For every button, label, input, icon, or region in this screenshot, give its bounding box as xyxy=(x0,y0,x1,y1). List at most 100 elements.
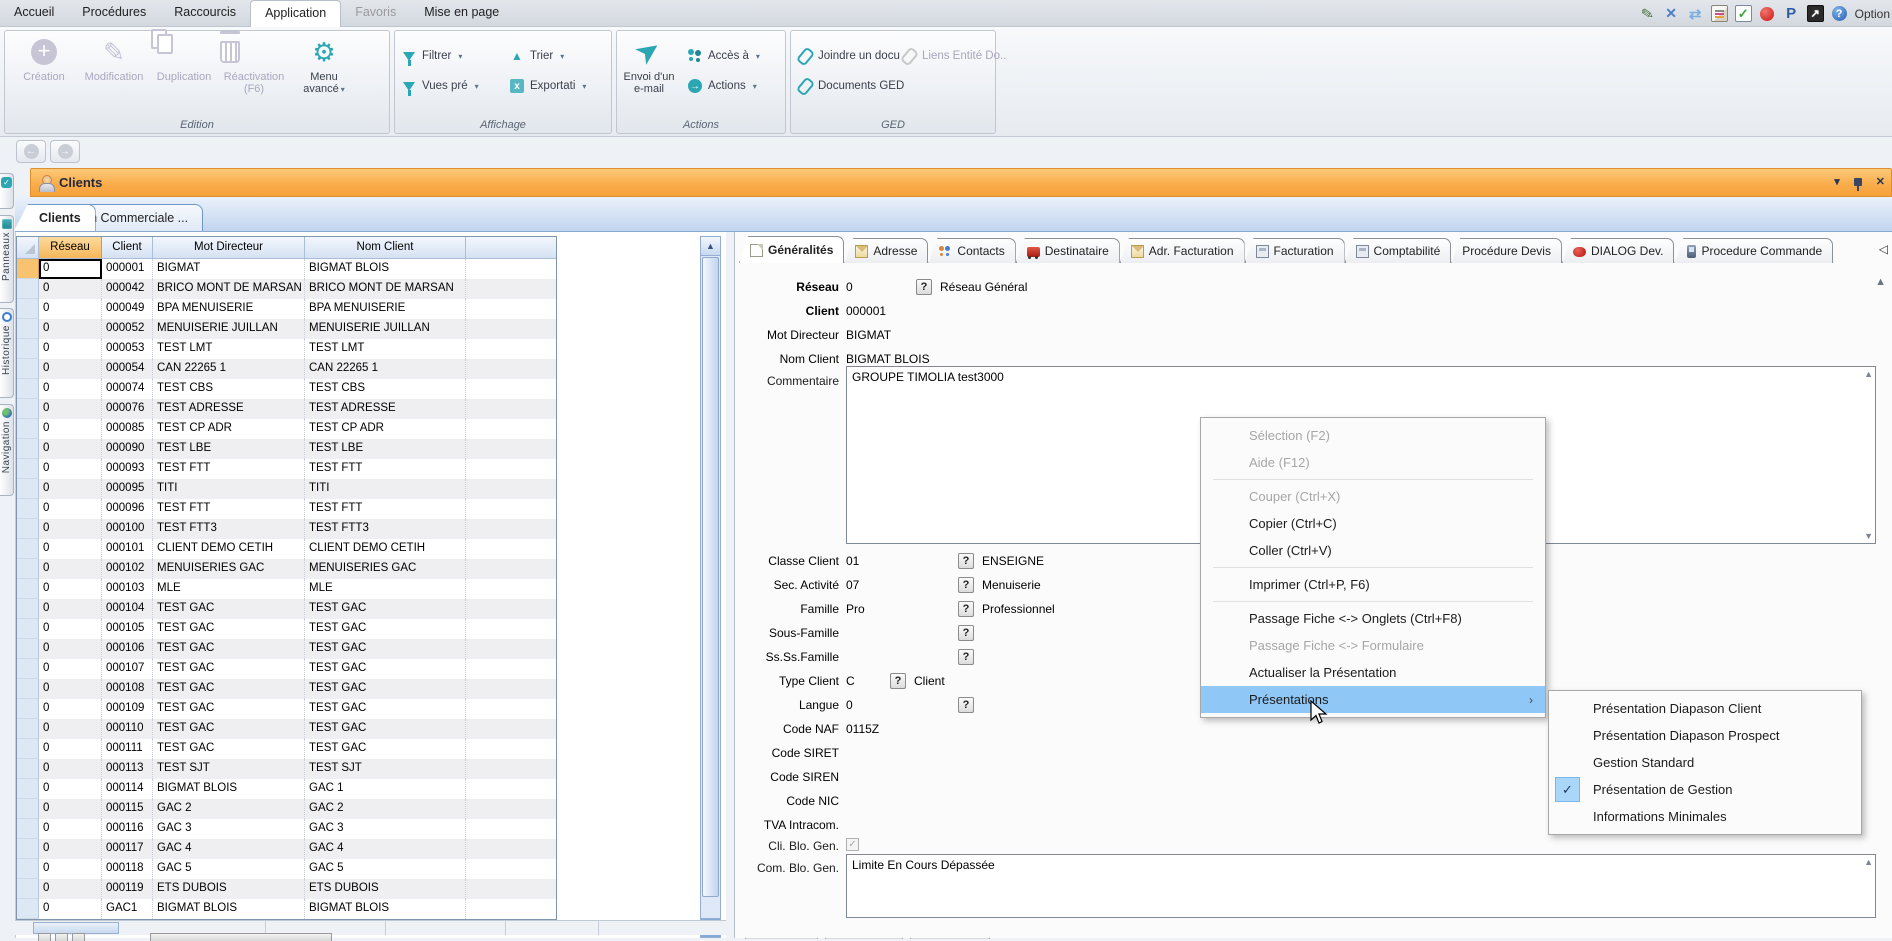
cell-mot-directeur[interactable]: TEST GAC xyxy=(153,619,305,639)
cell-nom-client[interactable]: GAC 5 xyxy=(305,859,466,879)
row-selector-cell[interactable] xyxy=(17,299,39,319)
cell-reseau[interactable]: 0 xyxy=(39,279,102,299)
context-menu-item[interactable]: Imprimer (Ctrl+P, F6) › xyxy=(1201,571,1545,598)
ribbon-button[interactable]: Vues pré▾ xyxy=(401,78,509,94)
cell-reseau[interactable]: 0 xyxy=(39,559,102,579)
cell-nom-client[interactable]: TEST GAC xyxy=(305,699,466,719)
cell-nom-client[interactable]: TEST GAC xyxy=(305,639,466,659)
table-row[interactable]: 0 GAC1 BIGMAT BLOIS BIGMAT BLOIS xyxy=(17,899,556,919)
cell-mot-directeur[interactable]: BRICO MONT DE MARSAN xyxy=(153,279,305,299)
row-selector-cell[interactable] xyxy=(17,799,39,819)
cell-nom-client[interactable]: TEST ADRESSE xyxy=(305,399,466,419)
cli-blo-gen-checkbox[interactable] xyxy=(846,838,859,851)
panel-menu-arrow-icon[interactable]: ▾ xyxy=(1834,175,1840,188)
menubar-item[interactable]: Mise en page xyxy=(410,0,513,27)
cell-client[interactable]: 000100 xyxy=(102,519,153,539)
cell-client[interactable]: 000102 xyxy=(102,559,153,579)
cell-mot-directeur[interactable]: TEST GAC xyxy=(153,699,305,719)
table-row[interactable]: 0 000111 TEST GAC TEST GAC xyxy=(17,739,556,759)
row-selector-cell[interactable] xyxy=(17,819,39,839)
cell-reseau[interactable]: 0 xyxy=(39,739,102,759)
ribbon-button[interactable]: Menu avancé▾ xyxy=(289,37,359,96)
menubar-item[interactable]: Procédures xyxy=(68,0,160,27)
table-row[interactable]: 0 000118 GAC 5 GAC 5 xyxy=(17,859,556,879)
detail-tab[interactable]: Généralités xyxy=(739,236,844,263)
row-selector-cell[interactable] xyxy=(17,559,39,579)
row-selector-cell[interactable] xyxy=(17,459,39,479)
cell-client[interactable]: 000115 xyxy=(102,799,153,819)
lookup-button[interactable] xyxy=(916,279,932,295)
cell-mot-directeur[interactable]: BIGMAT xyxy=(153,259,305,279)
cell-client[interactable]: 000085 xyxy=(102,419,153,439)
dock-tab[interactable]: Navigation xyxy=(0,404,14,496)
cell-client[interactable]: 000104 xyxy=(102,599,153,619)
table-row[interactable]: 0 000117 GAC 4 GAC 4 xyxy=(17,839,556,859)
lookup-button[interactable] xyxy=(958,601,974,617)
cell-reseau[interactable]: 0 xyxy=(39,859,102,879)
field-value[interactable]: BIGMAT BLOIS xyxy=(846,352,958,366)
cell-nom-client[interactable]: TEST CBS xyxy=(305,379,466,399)
partial-button[interactable] xyxy=(38,933,51,941)
table-row[interactable]: 0 000076 TEST ADRESSE TEST ADRESSE xyxy=(17,399,556,419)
cell-client[interactable]: 000052 xyxy=(102,319,153,339)
row-selector-cell[interactable] xyxy=(17,839,39,859)
row-selector-cell[interactable] xyxy=(17,359,39,379)
ribbon-button[interactable]: Actions▾ xyxy=(687,78,783,94)
column-header-mot-directeur[interactable]: Mot Directeur xyxy=(153,237,305,259)
table-row[interactable]: 0 000103 MLE MLE xyxy=(17,579,556,599)
lookup-button[interactable] xyxy=(958,577,974,593)
cell-reseau[interactable]: 0 xyxy=(39,379,102,399)
cell-mot-directeur[interactable]: TEST ADRESSE xyxy=(153,399,305,419)
cell-reseau[interactable]: 0 xyxy=(39,599,102,619)
table-row[interactable]: 0 000106 TEST GAC TEST GAC xyxy=(17,639,556,659)
cell-client[interactable]: 000053 xyxy=(102,339,153,359)
cell-nom-client[interactable]: TEST SJT xyxy=(305,759,466,779)
row-selector-cell[interactable] xyxy=(17,399,39,419)
cell-mot-directeur[interactable]: ETS DUBOIS xyxy=(153,879,305,899)
row-selector-cell[interactable] xyxy=(17,879,39,899)
cell-client[interactable]: 000095 xyxy=(102,479,153,499)
cell-nom-client[interactable]: TEST GAC xyxy=(305,679,466,699)
cell-reseau[interactable]: 0 xyxy=(39,499,102,519)
cell-reseau[interactable]: 0 xyxy=(39,519,102,539)
context-menu-item[interactable]: Passage Fiche <-> Onglets (Ctrl+F8) › xyxy=(1201,605,1545,632)
table-row[interactable]: 0 000052 MENUISERIE JUILLAN MENUISERIE J… xyxy=(17,319,556,339)
cell-client[interactable]: 000042 xyxy=(102,279,153,299)
pin-icon[interactable] xyxy=(1854,178,1862,186)
cell-nom-client[interactable]: GAC 3 xyxy=(305,819,466,839)
cell-nom-client[interactable]: TEST GAC xyxy=(305,739,466,759)
cell-mot-directeur[interactable]: TEST LBE xyxy=(153,439,305,459)
cell-mot-directeur[interactable]: TEST GAC xyxy=(153,739,305,759)
table-row[interactable]: 0 000095 TITI TITI xyxy=(17,479,556,499)
cell-client[interactable]: 000108 xyxy=(102,679,153,699)
column-header-client[interactable]: Client xyxy=(102,237,153,259)
cell-mot-directeur[interactable]: GAC 3 xyxy=(153,819,305,839)
row-selector-cell[interactable] xyxy=(17,439,39,459)
detail-tab[interactable]: Adresse xyxy=(844,238,928,263)
ribbon-button[interactable]: Joindre un docu xyxy=(797,48,901,64)
cell-reseau[interactable]: 0 xyxy=(39,259,102,279)
cell-mot-directeur[interactable]: TITI xyxy=(153,479,305,499)
lookup-button[interactable] xyxy=(958,625,974,641)
table-row[interactable]: 0 000054 CAN 22265 1 CAN 22265 1 xyxy=(17,359,556,379)
ribbon-button-envoi-email[interactable]: Envoi d'un e-mail xyxy=(621,37,677,95)
cell-client[interactable]: 000105 xyxy=(102,619,153,639)
lookup-button[interactable] xyxy=(958,697,974,713)
cell-client[interactable]: 000119 xyxy=(102,879,153,899)
table-row[interactable]: 0 000119 ETS DUBOIS ETS DUBOIS xyxy=(17,879,556,899)
cell-nom-client[interactable]: TEST LMT xyxy=(305,339,466,359)
row-selector-cell[interactable] xyxy=(17,679,39,699)
menubar-icon[interactable] xyxy=(1663,5,1680,22)
cell-reseau[interactable]: 0 xyxy=(39,299,102,319)
cell-mot-directeur[interactable]: MLE xyxy=(153,579,305,599)
cell-client[interactable]: 000116 xyxy=(102,819,153,839)
cell-reseau[interactable]: 0 xyxy=(39,339,102,359)
list-vertical-scrollbar[interactable]: ▲ ▼ xyxy=(700,236,721,938)
table-row[interactable]: 0 000049 BPA MENUISERIE BPA MENUISERIE xyxy=(17,299,556,319)
cell-reseau[interactable]: 0 xyxy=(39,539,102,559)
row-selector-cell[interactable] xyxy=(17,339,39,359)
cell-nom-client[interactable]: BIGMAT BLOIS xyxy=(305,259,466,279)
cell-client[interactable]: 000093 xyxy=(102,459,153,479)
row-selector-cell[interactable] xyxy=(17,479,39,499)
cell-nom-client[interactable]: MLE xyxy=(305,579,466,599)
